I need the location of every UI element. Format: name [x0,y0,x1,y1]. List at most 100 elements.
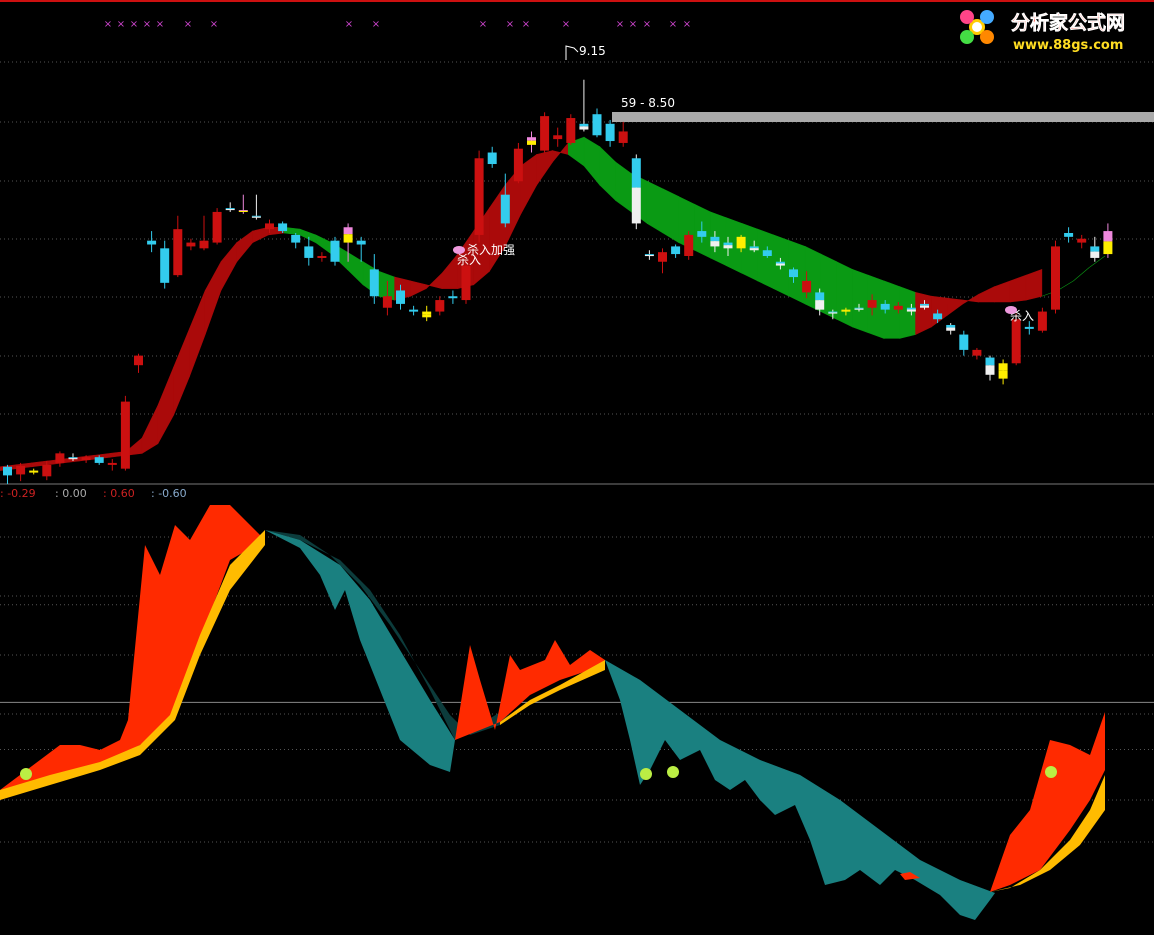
candle-body [946,324,956,328]
candle-body [631,158,641,188]
candle-body [186,242,196,247]
candle-body [841,309,851,311]
candle-body [199,240,209,249]
candle-body [251,215,261,217]
apple-icon [1045,766,1057,778]
candle-body [68,457,78,459]
candle-body [867,300,877,308]
candle [566,114,576,145]
candle-body [173,229,183,276]
candle-body [160,248,170,283]
price-label: 59 - 8.50 [621,96,675,110]
candle-body [396,290,405,304]
candle-body [343,234,353,243]
candle-body [1090,251,1100,258]
candle-body [553,135,563,140]
candle-body [1090,246,1100,252]
candle-body [422,314,432,318]
candle-body [723,245,733,249]
signal-marker: × [562,19,570,30]
candle-body [828,312,838,314]
candle-body [527,137,536,141]
candle-body [278,223,288,232]
candle-body [697,231,707,237]
candle-body [592,114,602,136]
candle-body [644,254,654,255]
candle-body [147,240,157,245]
candle-body [644,254,654,257]
ribbon-segment [899,286,916,339]
apple-icon [640,768,652,780]
signal-marker: × [345,19,353,30]
candle-body [513,148,523,182]
candle-body [736,236,746,243]
candle-body [854,308,864,310]
apple-icon [20,768,32,780]
candle-body [1103,231,1113,242]
candle [631,154,641,230]
signal-marker: × [117,19,125,30]
candle-body [985,357,995,366]
candle-body [959,334,969,350]
candle-body [579,123,589,127]
candle-body [81,457,91,461]
candle-body [55,453,65,463]
candle-body [920,305,929,308]
candle-body [998,363,1008,371]
candle-body [906,307,916,310]
candle-body [1037,311,1047,331]
candle-body [304,246,314,258]
candle-body [343,227,353,235]
signal-marker: × [184,19,192,30]
candle-body [265,223,274,230]
candle [513,142,523,184]
candle-body [998,370,1008,379]
signal-marker: × [506,19,514,30]
candle-body [658,252,667,262]
candle [120,395,130,471]
candle-body [762,250,772,256]
logo-title: 分析家公式网 [1011,11,1125,34]
candle [1051,240,1060,314]
ribbon-segment [836,261,853,328]
candle-body [841,310,851,312]
candle-body [972,349,982,356]
legend-value: : 0.60 [103,487,135,500]
candle-body [1103,241,1113,255]
candle-body [409,309,419,312]
candle-body [422,311,432,315]
candle-body [579,126,589,130]
candle-body [42,464,52,477]
candle-body [802,280,812,293]
candle-body [435,300,445,312]
candle-body [893,305,903,310]
candle-body [684,234,694,256]
candle-body [618,131,628,143]
candle [540,112,550,153]
candle-body [815,300,825,310]
candle-body [671,246,681,255]
ribbon-segment [852,268,869,334]
candle-body [854,307,864,309]
candle-body [382,296,392,308]
candle-body [291,234,301,243]
candle-body [1011,319,1021,364]
signal-marker: × [629,19,637,30]
candle-body [107,462,117,465]
candle-body [605,123,615,142]
candle-body [749,248,759,251]
candle-body [920,303,929,306]
candle-body [631,187,641,224]
candle-body [500,194,510,224]
candle-body [238,210,248,213]
candle-body [1064,233,1074,237]
candle-body [251,216,261,218]
candle-body [68,458,78,460]
candle-body [540,116,550,151]
signal-marker: × [130,19,138,30]
candle-body [94,457,104,463]
resistance-bar [612,112,1154,122]
signal-marker: × [372,19,380,30]
candle-body [946,327,956,331]
candle-body [487,152,497,165]
